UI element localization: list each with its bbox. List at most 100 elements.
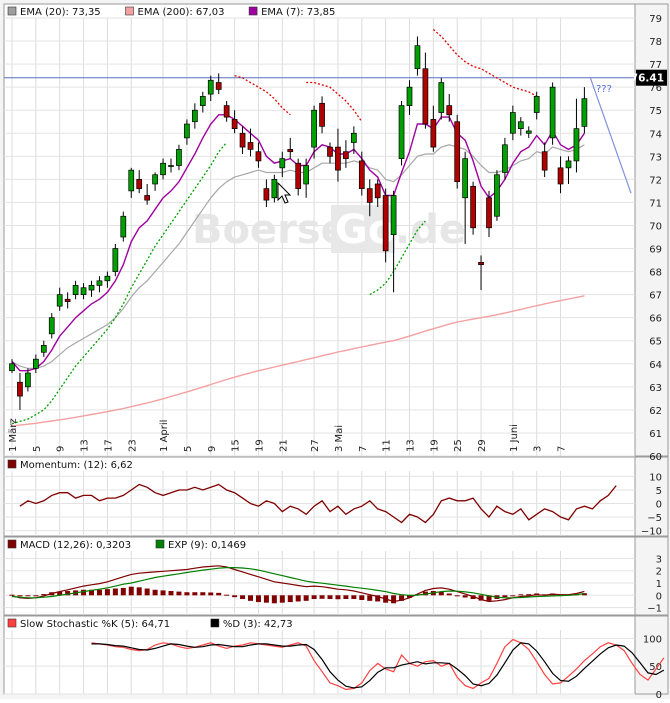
macd-hist-bar-30: [248, 595, 253, 601]
candle-body-28: [231, 119, 238, 130]
macd-hist-bar-12: [104, 589, 110, 596]
y-tick-label-0-1: 61: [649, 429, 662, 440]
x-tick-label-1: 5: [32, 446, 43, 452]
x-tick-label-3: 13: [80, 439, 91, 452]
x-tick-label-6: 1 April: [159, 420, 170, 452]
legend-label-0-0: EMA (20): 73,35: [20, 7, 101, 18]
watermark-text-right: .de: [395, 207, 466, 253]
candle-body-72: [581, 98, 588, 127]
candle-body-60: [486, 197, 492, 229]
macd-hist-bar-16: [136, 587, 142, 596]
macd-hist-bar-36: [295, 595, 301, 602]
macd-hist-bar-22: [184, 592, 190, 596]
macd-hist-bar-13: [112, 588, 118, 596]
candle-body-15: [128, 169, 135, 192]
macd-hist-bar-25: [208, 592, 214, 596]
macd-hist-bar-38: [311, 595, 317, 599]
legend-swatch-3-1: [210, 618, 220, 628]
candle-body-12: [104, 275, 111, 282]
candle-body-56: [454, 121, 461, 183]
candle-49: [398, 100, 405, 166]
candle-body-36: [295, 162, 302, 189]
x-tick-label-13: 3 Mai: [334, 425, 345, 452]
candle-body-31: [255, 151, 262, 162]
y-tick-label-2-2: 1: [656, 579, 662, 590]
legend-swatch-3-0: [7, 618, 17, 628]
x-tick-label-22: 7: [557, 446, 568, 452]
y-tick-label-0-4: 64: [649, 360, 662, 371]
x-tick-label-0: 1 März: [8, 418, 19, 452]
macd-hist-bar-44: [359, 595, 365, 600]
candle-body-24: [199, 96, 206, 106]
macd-hist-bar-29: [240, 595, 246, 599]
x-tick-label-11: 21: [278, 439, 289, 452]
legend-label-2-1: EXP (9): 0,1469: [168, 540, 246, 551]
y-tick-label-0-7: 67: [649, 291, 662, 302]
legend-label-0-1: EMA (200): 67,03: [138, 7, 225, 18]
y-tick-label-0-14: 74: [649, 129, 662, 140]
candle-body-65: [525, 130, 532, 134]
axis-frame-3: [634, 615, 669, 695]
y-tick-label-0-11: 71: [649, 198, 662, 209]
watermark: BoerseGo .de: [192, 205, 466, 253]
candle-body-68: [549, 86, 556, 139]
y-tick-label-0-8: 68: [649, 268, 662, 279]
macd-hist-bar-40: [327, 595, 333, 599]
macd-hist-bar-20: [168, 591, 174, 596]
candle-body-29: [239, 132, 246, 148]
legend-swatch-2-0: [7, 539, 17, 549]
y-tick-label-0-3: 63: [649, 383, 662, 394]
candle-body-52: [422, 68, 429, 125]
y-tick-label-0-10: 70: [649, 221, 662, 232]
legend-swatch-0-2: [248, 6, 258, 16]
x-tick-label-10: 19: [254, 439, 265, 452]
y-tick-label-0-9: 69: [649, 245, 662, 256]
candle-body-1: [17, 381, 23, 397]
y-tick-label-0-0: 60: [649, 452, 662, 463]
candle-14: [120, 211, 127, 242]
x-tick-label-2: 9: [56, 446, 67, 452]
candle-body-48: [390, 195, 397, 236]
candle-body-7: [64, 298, 71, 302]
macd-hist-bar-37: [303, 595, 309, 601]
macd-hist-bar-9: [81, 589, 87, 596]
candle-body-63: [510, 112, 516, 134]
y-tick-label-1-2: 0: [656, 500, 662, 511]
candle-body-51: [414, 45, 421, 70]
macd-hist-bar-0: [9, 594, 15, 596]
legend-swatch-2-1: [155, 539, 165, 549]
candle-58: [470, 181, 476, 235]
macd-hist-bar-62: [502, 595, 508, 598]
candle-body-4: [40, 344, 47, 353]
candle-body-30: [247, 142, 254, 150]
candle-body-3: [32, 358, 39, 369]
macd-hist-bar-64: [518, 594, 524, 596]
candle-body-14: [120, 215, 127, 238]
x-tick-label-15: 11: [382, 439, 393, 452]
x-tick-label-4: 17: [103, 439, 114, 452]
candle-61: [494, 170, 500, 221]
candle-body-27: [223, 105, 230, 118]
macd-hist-bar-23: [192, 592, 198, 596]
macd-hist-bar-31: [255, 595, 261, 603]
candle-body-5: [48, 317, 55, 335]
candle-56: [454, 114, 461, 189]
candle-body-35: [287, 149, 294, 153]
macd-hist-bar-19: [160, 590, 166, 596]
chart-stage: 60 61 62 63 64 65 66 67 68 69 70 71 72 73 74 75 76 77 78 79…: [0, 0, 670, 701]
y-tick-label-0-17: 77: [649, 60, 662, 71]
macd-hist-bar-35: [287, 595, 293, 603]
x-tick-label-14: 7: [358, 446, 369, 452]
y-tick-label-1-1: 5: [656, 486, 662, 497]
y-tick-label-1-3: −5: [647, 513, 662, 524]
macd-hist-bar-28: [232, 595, 238, 598]
macd-hist-bar-55: [446, 593, 452, 596]
candle-body-6: [56, 294, 63, 307]
legend-label-2-0: MACD (12,26): 0,3203: [20, 540, 131, 551]
macd-hist-bar-39: [319, 595, 325, 599]
candle-body-50: [406, 86, 413, 106]
macd-hist-bar-27: [224, 594, 230, 596]
x-tick-label-8: 9: [207, 446, 218, 452]
y-tick-label-0-2: 62: [649, 406, 662, 417]
candle-body-37: [303, 165, 309, 185]
